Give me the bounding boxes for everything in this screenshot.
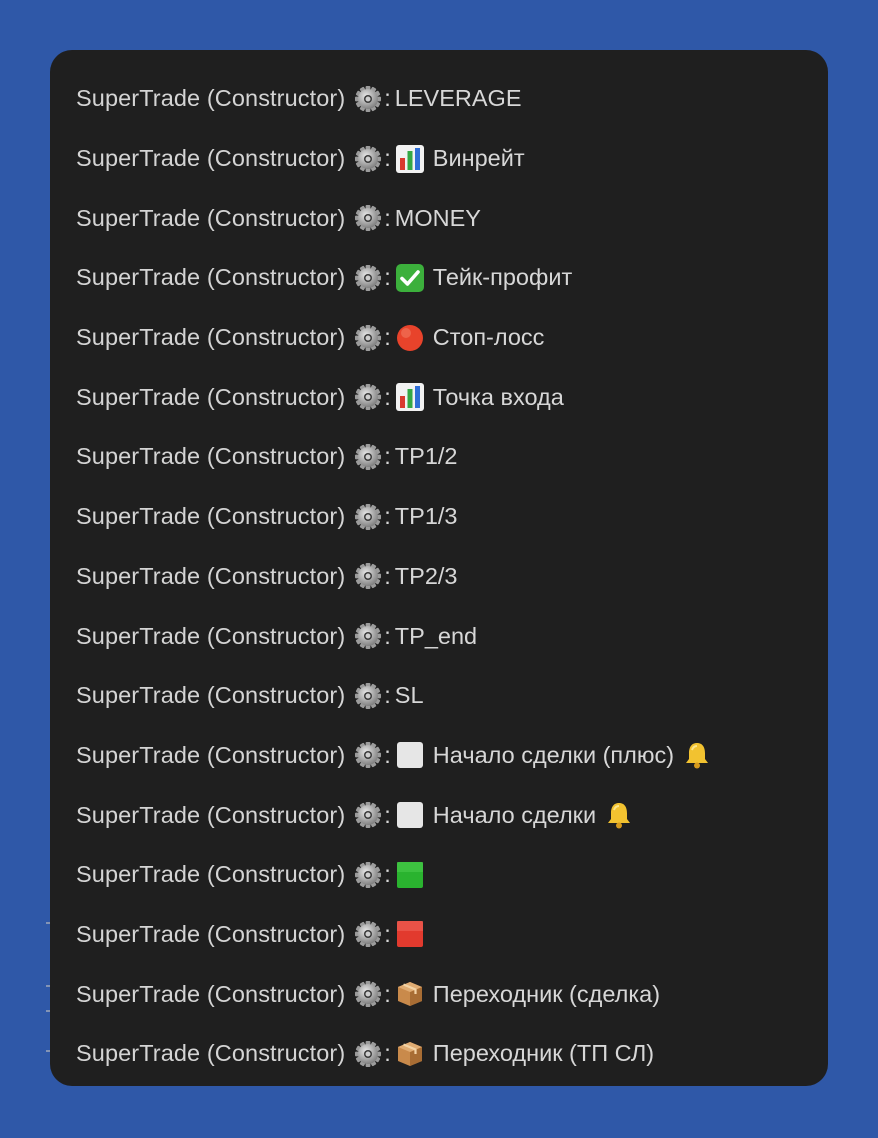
alert-list-item[interactable]: SuperTrade (Constructor): Переходник (ТП …: [50, 1024, 828, 1084]
alert-source-label: SuperTrade (Constructor): [76, 264, 346, 291]
gear-icon: [353, 800, 383, 830]
alert-name: Начало сделки (плюс): [432, 741, 675, 768]
alert-list-panel: SuperTrade (Constructor): LEVERAGE SuperTr…: [50, 50, 828, 1086]
alert-source-label: SuperTrade (Constructor): [76, 622, 346, 649]
package-icon: [395, 1039, 425, 1069]
separator-colon: :: [384, 383, 391, 410]
alert-name: Переходник (ТП СЛ): [432, 1040, 655, 1067]
alert-list-item[interactable]: SuperTrade (Constructor): Стоп-лосс: [50, 308, 828, 368]
separator-colon: :: [384, 145, 391, 172]
gear-icon: [353, 442, 383, 472]
alert-name: TP1/3: [394, 503, 458, 530]
alert-source-label: SuperTrade (Constructor): [76, 324, 346, 351]
alert-list-item[interactable]: SuperTrade (Constructor): MONEY: [50, 188, 828, 248]
alert-source-label: SuperTrade (Constructor): [76, 1040, 346, 1067]
alert-name: Точка входа: [432, 383, 564, 410]
alert-name: Переходник (сделка): [432, 980, 661, 1007]
alert-source-label: SuperTrade (Constructor): [76, 204, 346, 231]
bell-icon: [682, 740, 712, 770]
alert-list-item[interactable]: SuperTrade (Constructor): TP1/2: [50, 427, 828, 487]
check-icon: [395, 263, 425, 293]
separator-colon: :: [384, 861, 391, 888]
gear-icon: [353, 740, 383, 770]
separator-colon: :: [384, 204, 391, 231]
alert-source-label: SuperTrade (Constructor): [76, 741, 346, 768]
alert-name: MONEY: [394, 204, 481, 231]
alert-list-item[interactable]: SuperTrade (Constructor): Тейк-профит: [50, 248, 828, 308]
alert-source-label: SuperTrade (Constructor): [76, 145, 346, 172]
separator-colon: :: [384, 980, 391, 1007]
scrolled-row-fragment: [130, 50, 430, 52]
package-icon: [395, 979, 425, 1009]
alert-list-item[interactable]: SuperTrade (Constructor): Начало сделки (…: [50, 726, 828, 786]
separator-colon: :: [384, 324, 391, 351]
alert-source-label: SuperTrade (Constructor): [76, 562, 346, 589]
alert-source-label: SuperTrade (Constructor): [76, 801, 346, 828]
alert-list-item[interactable]: SuperTrade (Constructor): TP_end: [50, 606, 828, 666]
alert-list-item[interactable]: SuperTrade (Constructor): SL: [50, 666, 828, 726]
gear-icon: [353, 84, 383, 114]
alert-list: SuperTrade (Constructor): LEVERAGE SuperTr…: [50, 69, 828, 1084]
gear-icon: [353, 860, 383, 890]
gear-icon: [353, 263, 383, 293]
alert-source-label: SuperTrade (Constructor): [76, 383, 346, 410]
alert-name: SL: [394, 682, 424, 709]
alert-name: Стоп-лосс: [432, 324, 545, 351]
white-square-icon: [395, 800, 425, 830]
red-square-icon: [395, 919, 425, 949]
separator-colon: :: [384, 622, 391, 649]
stop-icon: [395, 323, 425, 353]
edge-marks: [46, 910, 52, 1060]
separator-colon: :: [384, 801, 391, 828]
gear-icon: [353, 144, 383, 174]
alert-name: Винрейт: [432, 145, 525, 172]
green-square-icon: [395, 860, 425, 890]
bar-chart-icon: [395, 144, 425, 174]
gear-icon: [353, 1039, 383, 1069]
alert-source-label: SuperTrade (Constructor): [76, 85, 346, 112]
alert-name: Тейк-профит: [432, 264, 573, 291]
gear-icon: [353, 561, 383, 591]
alert-source-label: SuperTrade (Constructor): [76, 443, 346, 470]
alert-source-label: SuperTrade (Constructor): [76, 920, 346, 947]
alert-source-label: SuperTrade (Constructor): [76, 503, 346, 530]
alert-list-item[interactable]: SuperTrade (Constructor):: [50, 905, 828, 965]
gear-icon: [353, 323, 383, 353]
alert-list-item[interactable]: SuperTrade (Constructor): Начало сделки: [50, 785, 828, 845]
alert-source-label: SuperTrade (Constructor): [76, 980, 346, 1007]
alert-list-item[interactable]: SuperTrade (Constructor):: [50, 845, 828, 905]
white-square-icon: [395, 740, 425, 770]
alert-name: TP2/3: [394, 562, 458, 589]
gear-icon: [353, 979, 383, 1009]
separator-colon: :: [384, 1040, 391, 1067]
alert-source-label: SuperTrade (Constructor): [76, 682, 346, 709]
alert-name: LEVERAGE: [394, 85, 522, 112]
bar-chart-icon: [395, 382, 425, 412]
gear-icon: [353, 203, 383, 233]
gear-icon: [353, 621, 383, 651]
alert-list-item[interactable]: SuperTrade (Constructor): Переходник (сде…: [50, 964, 828, 1024]
alert-list-item[interactable]: SuperTrade (Constructor): LEVERAGE: [50, 69, 828, 129]
separator-colon: :: [384, 264, 391, 291]
separator-colon: :: [384, 562, 391, 589]
alert-name: TP1/2: [394, 443, 458, 470]
alert-source-label: SuperTrade (Constructor): [76, 861, 346, 888]
separator-colon: :: [384, 443, 391, 470]
alert-list-item[interactable]: SuperTrade (Constructor): Винрейт: [50, 129, 828, 189]
alert-list-item[interactable]: SuperTrade (Constructor): TP2/3: [50, 547, 828, 607]
separator-colon: :: [384, 503, 391, 530]
gear-icon: [353, 681, 383, 711]
alert-list-item[interactable]: SuperTrade (Constructor): Точка входа: [50, 367, 828, 427]
gear-icon: [353, 382, 383, 412]
separator-colon: :: [384, 682, 391, 709]
gear-icon: [353, 502, 383, 532]
separator-colon: :: [384, 85, 391, 112]
alert-name: TP_end: [394, 622, 478, 649]
gear-icon: [353, 919, 383, 949]
bell-icon: [604, 800, 634, 830]
separator-colon: :: [384, 741, 391, 768]
alert-name: Начало сделки: [432, 801, 597, 828]
alert-list-item[interactable]: SuperTrade (Constructor): TP1/3: [50, 487, 828, 547]
separator-colon: :: [384, 920, 391, 947]
